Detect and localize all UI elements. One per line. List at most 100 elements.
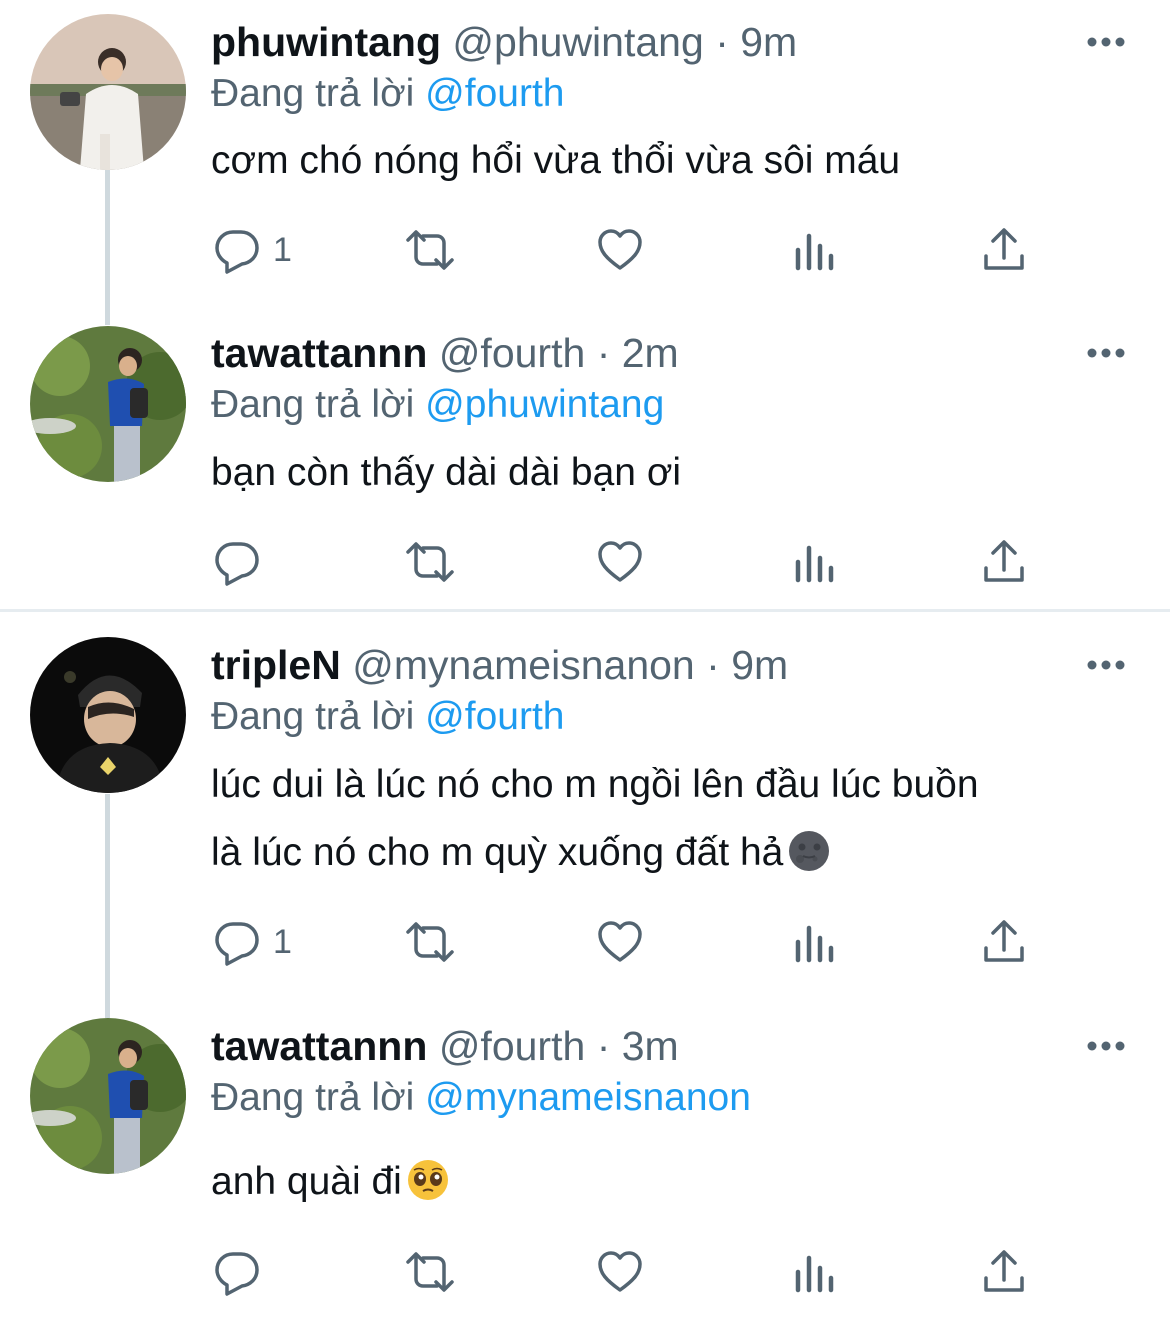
reply-count: 1	[273, 922, 292, 961]
action-bar	[0, 1242, 1170, 1302]
tweet-text-line: lúc dui là lúc nó cho m ngồi lên đầu lúc…	[211, 763, 979, 806]
analytics-button[interactable]	[790, 532, 838, 592]
share-icon	[984, 1250, 1024, 1292]
like-button[interactable]	[596, 912, 644, 972]
retweet-button[interactable]	[402, 532, 458, 592]
display-name[interactable]: tawattannn	[211, 1023, 427, 1069]
thread-divider	[0, 609, 1170, 612]
reply-button[interactable]: 1	[213, 220, 292, 280]
tweet-text-line: là lúc nó cho m quỳ xuống đất hả	[211, 831, 784, 874]
reply-icon	[215, 230, 259, 274]
timestamp[interactable]: 9m	[731, 642, 788, 688]
tweet-text-line-2: là lúc nó cho m quỳ xuống đất hả	[211, 819, 1111, 887]
pleading-face-emoji-icon	[407, 1160, 448, 1200]
more-icon	[1087, 1041, 1125, 1051]
like-button[interactable]	[596, 1242, 644, 1302]
tweet-text-line: bạn còn thấy dài dài bạn ơi	[211, 451, 682, 494]
tweet-header: phuwintang @phuwintang · 9m	[211, 12, 797, 72]
tweet-text: lúc dui là lúc nó cho m ngồi lên đầu lúc…	[211, 751, 1111, 887]
tweet[interactable]: tripleN @mynameisnanon · 9m Đang trả lời…	[0, 635, 1170, 975]
replying-to: Đang trả lời @fourth	[211, 64, 565, 124]
new-moon-face-emoji-icon	[789, 831, 830, 871]
analytics-icon	[795, 233, 834, 271]
tweet-header: tawattannn @fourth · 2m	[211, 323, 679, 383]
mention-link[interactable]: @fourth	[425, 72, 564, 115]
tweet-header: tripleN @mynameisnanon · 9m	[211, 635, 788, 695]
retweet-icon	[406, 1252, 454, 1292]
tweet[interactable]: tawattannn @fourth · 3m Đang trả lời @my…	[0, 1016, 1170, 1316]
display-name[interactable]: tawattannn	[211, 330, 427, 376]
analytics-icon	[795, 545, 834, 583]
retweet-icon	[406, 922, 454, 962]
more-icon	[1087, 37, 1125, 47]
replying-to: Đang trả lời @fourth	[211, 687, 565, 747]
replying-label: Đang trả lời	[211, 695, 415, 738]
tweet[interactable]: phuwintang @phuwintang · 9m Đang trả lời…	[0, 12, 1170, 302]
tweet-header: tawattannn @fourth · 3m	[211, 1016, 679, 1076]
share-icon	[984, 540, 1024, 582]
action-bar: 1	[0, 912, 1170, 972]
user-handle[interactable]: @mynameisnanon	[352, 642, 694, 688]
reply-button[interactable]	[213, 1242, 273, 1302]
reply-icon	[215, 922, 259, 966]
share-icon	[984, 920, 1024, 962]
display-name[interactable]: phuwintang	[211, 19, 441, 65]
more-button[interactable]	[1086, 34, 1126, 50]
avatar[interactable]	[30, 326, 186, 482]
replying-to: Đang trả lời @mynameisnanon	[211, 1068, 751, 1128]
analytics-button[interactable]	[790, 912, 838, 972]
reply-button[interactable]	[213, 532, 273, 592]
analytics-button[interactable]	[790, 1242, 838, 1302]
more-icon	[1087, 348, 1125, 358]
display-name[interactable]: tripleN	[211, 642, 341, 688]
retweet-icon	[406, 230, 454, 270]
separator: ·	[596, 330, 611, 376]
avatar[interactable]	[30, 14, 186, 170]
timestamp[interactable]: 9m	[740, 19, 797, 65]
tweet[interactable]: tawattannn @fourth · 2m Đang trả lời @ph…	[0, 323, 1170, 613]
share-button[interactable]	[980, 220, 1028, 280]
user-handle[interactable]: @phuwintang	[452, 19, 703, 65]
retweet-button[interactable]	[402, 912, 458, 972]
tweet-text-line: cơm chó nóng hổi vừa thổi vừa sôi máu	[211, 139, 901, 182]
replying-to: Đang trả lời @phuwintang	[211, 375, 664, 435]
separator: ·	[596, 1023, 611, 1069]
analytics-icon	[795, 1255, 834, 1293]
share-icon	[984, 228, 1024, 270]
share-button[interactable]	[980, 912, 1028, 972]
reply-button[interactable]: 1	[213, 912, 292, 972]
retweet-icon	[406, 542, 454, 582]
mention-link[interactable]: @phuwintang	[425, 383, 664, 426]
share-button[interactable]	[980, 532, 1028, 592]
timestamp[interactable]: 3m	[622, 1023, 679, 1069]
timestamp[interactable]: 2m	[622, 330, 679, 376]
user-handle[interactable]: @fourth	[439, 330, 585, 376]
action-bar	[0, 532, 1170, 592]
mention-link[interactable]: @mynameisnanon	[425, 1076, 751, 1119]
action-bar: 1	[0, 220, 1170, 280]
more-button[interactable]	[1086, 1038, 1126, 1054]
retweet-button[interactable]	[402, 220, 458, 280]
analytics-button[interactable]	[790, 220, 838, 280]
more-icon	[1087, 660, 1125, 670]
reply-icon	[215, 542, 259, 586]
more-button[interactable]	[1086, 657, 1126, 673]
user-handle[interactable]: @fourth	[439, 1023, 585, 1069]
more-button[interactable]	[1086, 345, 1126, 361]
like-button[interactable]	[596, 532, 644, 592]
heart-icon	[598, 1251, 642, 1292]
mention-link[interactable]: @fourth	[425, 695, 564, 738]
reply-icon	[215, 1252, 259, 1296]
analytics-icon	[795, 925, 834, 963]
like-button[interactable]	[596, 220, 644, 280]
heart-icon	[598, 921, 642, 962]
separator: ·	[715, 19, 729, 65]
tweet-text: cơm chó nóng hổi vừa thổi vừa sôi máu	[211, 127, 1111, 195]
share-button[interactable]	[980, 1242, 1028, 1302]
tweet-text-line-wrap: anh quài đi	[211, 1148, 1111, 1216]
replying-label: Đang trả lời	[211, 1076, 415, 1119]
avatar[interactable]	[30, 637, 186, 793]
retweet-button[interactable]	[402, 1242, 458, 1302]
tweet-text: anh quài đi	[211, 1148, 1111, 1216]
avatar[interactable]	[30, 1018, 186, 1174]
